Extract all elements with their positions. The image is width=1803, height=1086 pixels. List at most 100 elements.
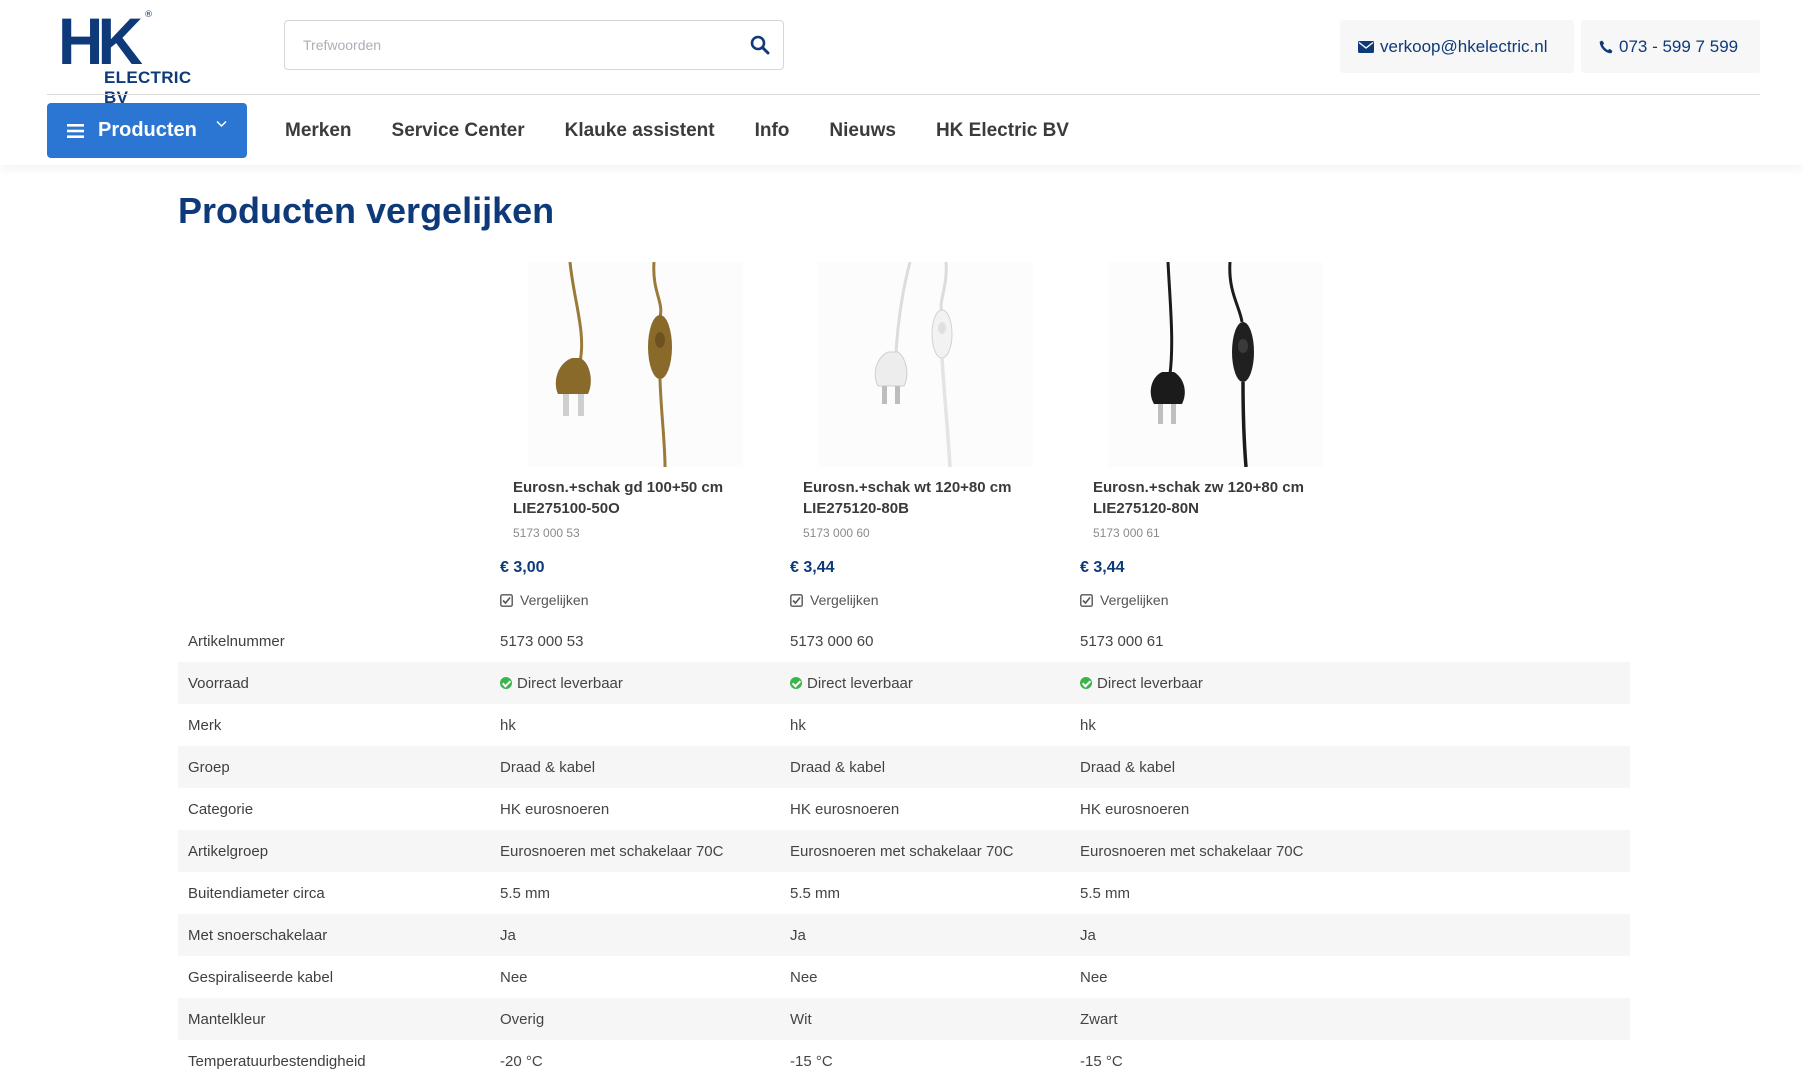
stock-status: Direct leverbaar <box>790 662 1080 704</box>
product-name: Eurosn.+schak gd 100+50 cm <box>513 479 724 496</box>
table-row: Artikelgroep Eurosnoeren met schakelaar … <box>178 830 1630 872</box>
spec-value: Overig <box>500 998 790 1040</box>
product-price: € 3,00 <box>500 559 545 576</box>
logo-mark: HK <box>58 4 143 78</box>
spec-value: Nee <box>790 968 818 986</box>
spec-label: Met snoerschakelaar <box>178 914 500 956</box>
product-code: LIE275120-80N <box>1093 500 1199 517</box>
phone-icon <box>1599 40 1613 53</box>
nav-item-klauke-assistent[interactable]: Klauke assistent <box>565 120 715 142</box>
search-input[interactable] <box>285 21 725 69</box>
spec-value: HK eurosnoeren <box>500 800 610 818</box>
spec-label: Temperatuurbestendigheid <box>188 1052 366 1070</box>
spec-value: Nee <box>1080 968 1108 986</box>
stock-status-text: Direct leverbaar <box>517 674 623 692</box>
product-number: 5173 000 61 <box>1093 526 1160 540</box>
stock-status: Direct leverbaar <box>500 662 790 704</box>
logo-subtitle: ELECTRIC BV <box>104 68 192 107</box>
nav-item-nieuws[interactable]: Nieuws <box>829 120 896 142</box>
table-row: Buitendiameter circa 5.5 mm 5.5 mm 5.5 m… <box>178 872 1630 914</box>
page-title: Producten vergelijken <box>178 190 555 231</box>
spec-value: hk <box>790 716 806 734</box>
checked-box-icon <box>500 593 513 607</box>
site-header: HK ® ELECTRIC BV verkoop@hkelectric.nl 0… <box>0 0 1803 165</box>
checked-box-icon <box>1080 593 1093 607</box>
spec-value: HK eurosnoeren <box>790 800 900 818</box>
spec-value: 5173 000 61 <box>1080 632 1164 650</box>
spec-label: Groep <box>178 746 500 788</box>
nav-item-info[interactable]: Info <box>755 120 790 142</box>
nav-item-service-center[interactable]: Service Center <box>392 120 525 142</box>
hk-electric-logo[interactable]: HK ® ELECTRIC BV <box>58 4 208 107</box>
product-price: € 3,44 <box>1080 559 1125 576</box>
spec-value: Ja <box>500 914 790 956</box>
compare-label: Vergelijken <box>810 592 879 608</box>
spec-value: 5.5 mm <box>1080 884 1131 902</box>
spec-label: Mantelkleur <box>178 998 500 1040</box>
product-title[interactable]: Eurosn.+schak wt 120+80 cm LIE275120-80B <box>803 477 1093 519</box>
product-number: 5173 000 53 <box>513 526 580 540</box>
product-image[interactable] <box>528 261 743 468</box>
spec-value: -15 °C <box>1080 1052 1123 1070</box>
table-row: Artikelnummer 5173 000 53 5173 000 60 51… <box>178 620 1630 662</box>
spec-value: Ja <box>1080 914 1370 956</box>
phone-link[interactable]: 073 - 599 7 599 <box>1581 20 1760 73</box>
product-name: Eurosn.+schak zw 120+80 cm <box>1093 479 1304 496</box>
products-menu-button[interactable]: Producten <box>47 103 247 158</box>
check-circle-icon <box>790 676 802 689</box>
product-number: 5173 000 60 <box>803 526 870 540</box>
main-nav: Merken Service Center Klauke assistent I… <box>285 103 1109 158</box>
spec-value: 5173 000 53 <box>500 632 584 650</box>
email-link[interactable]: verkoop@hkelectric.nl <box>1340 20 1574 73</box>
product-image[interactable] <box>818 261 1033 468</box>
compare-label: Vergelijken <box>1100 592 1169 608</box>
white-cord-icon <box>874 261 953 468</box>
phone-text: 073 - 599 7 599 <box>1619 36 1739 56</box>
stock-status: Direct leverbaar <box>1080 662 1370 704</box>
compare-checkbox[interactable]: Vergelijken <box>790 592 879 608</box>
product-title[interactable]: Eurosn.+schak gd 100+50 cm LIE275100-50O <box>513 477 803 519</box>
black-cord-icon <box>1150 261 1254 468</box>
product-title[interactable]: Eurosn.+schak zw 120+80 cm LIE275120-80N <box>1093 477 1383 519</box>
spec-value: -20 °C <box>500 1052 543 1070</box>
search-button[interactable] <box>745 30 775 60</box>
table-row: Merk hk hk hk <box>178 704 1630 746</box>
search-box <box>284 20 784 70</box>
spec-value: hk <box>1080 716 1096 734</box>
nav-item-merken[interactable]: Merken <box>285 120 352 142</box>
nav-item-hk-electric-bv[interactable]: HK Electric BV <box>936 120 1069 142</box>
product-code: LIE275120-80B <box>803 500 909 517</box>
compare-label: Vergelijken <box>520 592 589 608</box>
chevron-down-icon <box>216 120 227 128</box>
spec-value: Wit <box>790 998 1080 1040</box>
product-image[interactable] <box>1108 261 1323 468</box>
table-row: Temperatuurbestendigheid -20 °C -15 °C -… <box>178 1040 1630 1082</box>
spec-value: Eurosnoeren met schakelaar 70C <box>1080 830 1370 872</box>
spec-value: Nee <box>500 968 528 986</box>
products-menu-label: Producten <box>98 119 197 141</box>
compare-checkbox[interactable]: Vergelijken <box>500 592 589 608</box>
logo-registered: ® <box>144 10 153 20</box>
spec-value: Eurosnoeren met schakelaar 70C <box>500 830 790 872</box>
hamburger-icon <box>67 123 84 138</box>
product-code: LIE275100-50O <box>513 500 620 517</box>
spec-label: Gespiraliseerde kabel <box>188 968 334 986</box>
table-row: Gespiraliseerde kabel Nee Nee Nee <box>178 956 1630 998</box>
table-row: Met snoerschakelaar Ja Ja Ja <box>178 914 1630 956</box>
spec-label: Categorie <box>188 800 254 818</box>
spec-comparison-table: Artikelnummer 5173 000 53 5173 000 60 51… <box>178 620 1630 1082</box>
table-row: Categorie HK eurosnoeren HK eurosnoeren … <box>178 788 1630 830</box>
spec-value: 5.5 mm <box>500 884 551 902</box>
search-icon <box>750 35 770 55</box>
check-circle-icon <box>1080 676 1092 689</box>
spec-label: Artikelgroep <box>178 830 500 872</box>
spec-value: hk <box>500 716 516 734</box>
table-row: Groep Draad & kabel Draad & kabel Draad … <box>178 746 1630 788</box>
compare-checkbox[interactable]: Vergelijken <box>1080 592 1169 608</box>
email-text: verkoop@hkelectric.nl <box>1380 36 1548 56</box>
stock-status-text: Direct leverbaar <box>807 674 913 692</box>
spec-value: Zwart <box>1080 998 1370 1040</box>
spec-value: Ja <box>790 914 1080 956</box>
gold-cord-icon <box>555 261 672 468</box>
header-divider <box>47 94 1760 95</box>
